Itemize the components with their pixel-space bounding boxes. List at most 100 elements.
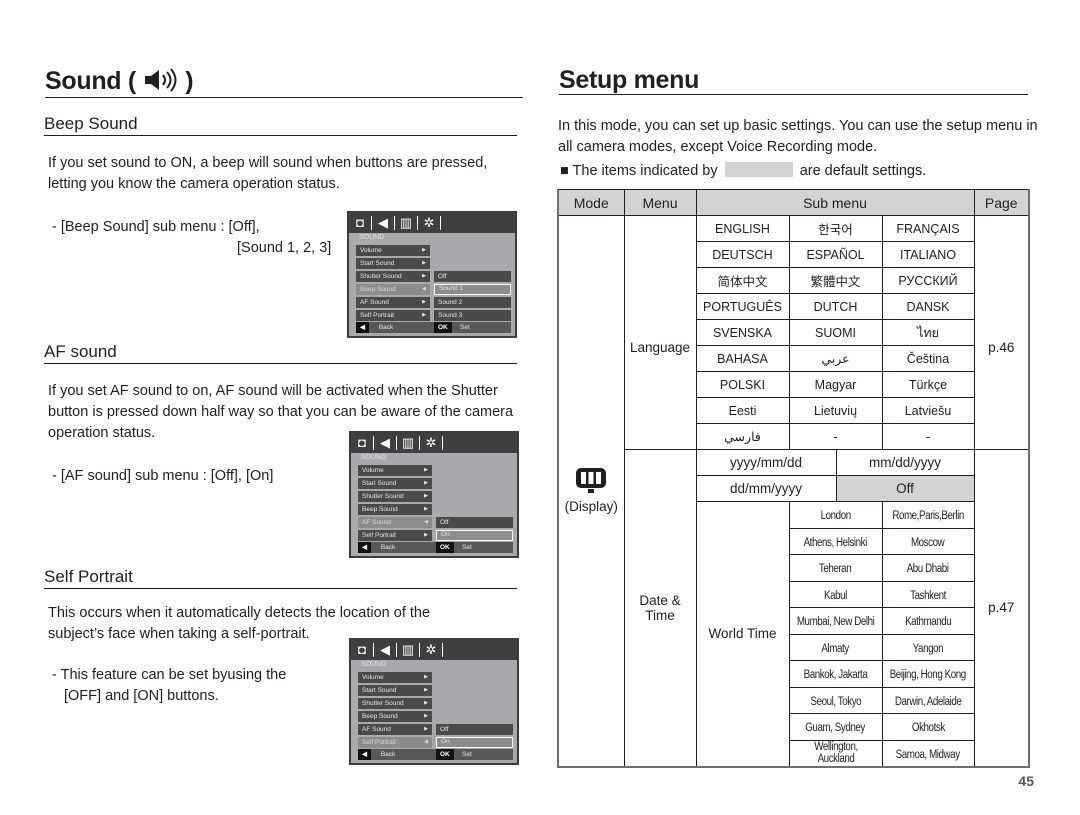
- sound-icon: ◀: [372, 216, 395, 230]
- lcd-item[interactable]: Beep Sound ▶: [358, 711, 432, 722]
- back-key[interactable]: ◀: [356, 322, 369, 333]
- lcd-option-selected[interactable]: On: [436, 530, 513, 541]
- setup-menu-title: Setup menu: [559, 65, 1028, 95]
- lcd-beep-sound: ◘ ◀ ▥ ✲ SOUND Volume ▶ Start Sound ▶ Shutt…: [347, 211, 517, 338]
- legend-suffix: are default settings.: [799, 163, 927, 179]
- lcd-item[interactable]: Volume ▶: [356, 245, 430, 256]
- lcd-item[interactable]: Self Portrait ▶: [358, 530, 432, 541]
- header-mode: Mode: [557, 189, 625, 216]
- world-time-cell: Teheran: [788, 554, 883, 582]
- world-time-cell: Almaty: [788, 633, 883, 661]
- table-header-row: Mode Menu Sub menu Page: [557, 189, 1030, 216]
- lang-cell: 한국어: [788, 215, 883, 242]
- back-key[interactable]: ◀: [358, 542, 371, 553]
- world-time-cell: Bankok, Jakarta: [788, 660, 883, 688]
- lcd-option-selected[interactable]: On: [436, 737, 513, 748]
- speaker-icon: [143, 68, 179, 99]
- lcd-item-selected[interactable]: Self Portrait ◀: [358, 737, 432, 748]
- lcd-footer: ◀ Back OK Set: [356, 322, 511, 333]
- header-sub-menu: Sub menu: [695, 189, 975, 216]
- lcd-item[interactable]: AF Sound ▶: [356, 297, 430, 308]
- lcd-footer: ◀ Back OK Set: [358, 542, 513, 553]
- page-language: p.46: [973, 215, 1030, 450]
- lang-cell: POLSKI: [695, 371, 790, 398]
- lcd-af-sound: ◘ ◀ ▥ ✲ SOUND Volume ▶ Start Sound ▶ Shutt…: [349, 431, 519, 558]
- lcd-item[interactable]: Start Sound ▶: [358, 685, 432, 696]
- table-row: (Display) Language ENGLISH 한국어 FRANÇAIS …: [557, 215, 1030, 768]
- display-icon: ▥: [397, 643, 420, 657]
- lcd-title: SOUND: [361, 661, 387, 668]
- lcd-item[interactable]: Volume ▶: [358, 672, 432, 683]
- lcd-item[interactable]: Shutter Sound ▶: [358, 698, 432, 709]
- world-time-cell: Wellington, Auckland: [788, 739, 883, 768]
- lcd-item[interactable]: Shutter Sound ▶: [358, 491, 432, 502]
- header-page: Page: [973, 189, 1030, 216]
- lang-cell: DEUTSCH: [695, 241, 790, 268]
- legend-prefix: The items indicated by: [572, 163, 718, 179]
- lcd-item[interactable]: Volume ▶: [358, 465, 432, 476]
- lcd-item[interactable]: Start Sound ▶: [358, 478, 432, 489]
- lang-cell: ENGLISH: [695, 215, 790, 242]
- lang-cell: Lietuvių: [788, 397, 883, 424]
- lang-cell: DANSK: [881, 293, 975, 320]
- back-key[interactable]: ◀: [358, 749, 371, 760]
- lcd-option[interactable]: Off: [436, 517, 513, 528]
- lcd-option-selected[interactable]: Sound 1: [434, 284, 511, 295]
- lang-cell: FRANÇAIS: [881, 215, 975, 242]
- ok-key[interactable]: OK: [436, 542, 454, 553]
- display-icon: ▥: [397, 436, 420, 450]
- lcd-item[interactable]: Start Sound ▶: [356, 258, 430, 269]
- lang-cell: فارسي: [695, 423, 790, 450]
- lang-cell: عربي: [788, 345, 883, 372]
- camera-icon: ◘: [351, 436, 374, 450]
- lcd-item-selected[interactable]: Beep Sound ◀: [356, 284, 430, 295]
- lcd-title: SOUND: [359, 234, 385, 241]
- lang-cell: ESPAÑOL: [788, 241, 883, 268]
- lang-cell: SUOMI: [788, 319, 883, 346]
- lang-cell: SVENSKA: [695, 319, 790, 346]
- beep-sound-heading: Beep Sound: [44, 114, 517, 136]
- square-bullet-icon: ■: [560, 163, 569, 179]
- world-time-cell: Moscow: [881, 527, 975, 555]
- back-label: Back: [380, 544, 396, 551]
- lcd-option[interactable]: Sound 3: [434, 310, 511, 321]
- lcd-option[interactable]: Off: [434, 271, 511, 282]
- beep-sound-note: - [Beep Sound] sub menu : [Off],: [52, 219, 260, 235]
- ok-key[interactable]: OK: [436, 749, 454, 760]
- sound-title-text: Sound (: [45, 67, 136, 95]
- ok-key[interactable]: OK: [434, 322, 452, 333]
- world-time-cell: Okhotsk: [881, 713, 975, 741]
- world-time-cell: Yangon: [881, 633, 975, 661]
- lcd-item[interactable]: Beep Sound ▶: [358, 504, 432, 515]
- lcd-footer: ◀ Back OK Set: [358, 749, 513, 760]
- lcd-self-portrait: ◘ ◀ ▥ ✲ SOUND Volume ▶ Start Sound ▶ Shutt…: [349, 638, 519, 765]
- lcd-tab-bar: ◘ ◀ ▥ ✲: [351, 640, 517, 660]
- lcd-item[interactable]: Shutter Sound ▶: [356, 271, 430, 282]
- sound-icon: ◀: [374, 643, 397, 657]
- world-time-cell: Beijing, Hong Kong: [881, 660, 975, 688]
- ok-label: Set: [462, 544, 472, 551]
- display-icon: [559, 466, 624, 499]
- self-portrait-note: - This feature can be set byusing the: [52, 667, 287, 683]
- world-time-cell: Athens, Helsinki: [788, 527, 883, 555]
- date-format-cell: yyyy/mm/dd: [695, 449, 837, 476]
- lcd-item[interactable]: AF Sound ▶: [358, 724, 432, 735]
- lcd-option[interactable]: Off: [436, 724, 513, 735]
- back-label: Back: [378, 324, 394, 331]
- world-time-cell: Darwin, Adelaide: [881, 686, 975, 714]
- self-portrait-note-2: [OFF] and [ON] buttons.: [64, 688, 219, 704]
- back-label: Back: [380, 751, 396, 758]
- lang-cell: ITALIANO: [881, 241, 975, 268]
- lcd-item[interactable]: Self Portrait ▶: [356, 310, 430, 321]
- world-time-cell: Guam, Sydney: [788, 713, 883, 741]
- lang-cell: Türkçe: [881, 371, 975, 398]
- lcd-option[interactable]: Sound 2: [434, 297, 511, 308]
- date-format-cell: dd/mm/yyyy: [695, 475, 837, 502]
- date-format-cell: mm/dd/yyyy: [835, 449, 975, 476]
- page-date-time: p.47: [973, 449, 1030, 768]
- default-legend: ■ The items indicated by are default set…: [560, 161, 926, 182]
- lcd-item-selected[interactable]: AF Sound ◀: [358, 517, 432, 528]
- ok-label: Set: [462, 751, 472, 758]
- lcd-tab-bar: ◘ ◀ ▥ ✲: [349, 213, 515, 233]
- world-time-cell: Rome,Paris,Berlin: [881, 501, 975, 529]
